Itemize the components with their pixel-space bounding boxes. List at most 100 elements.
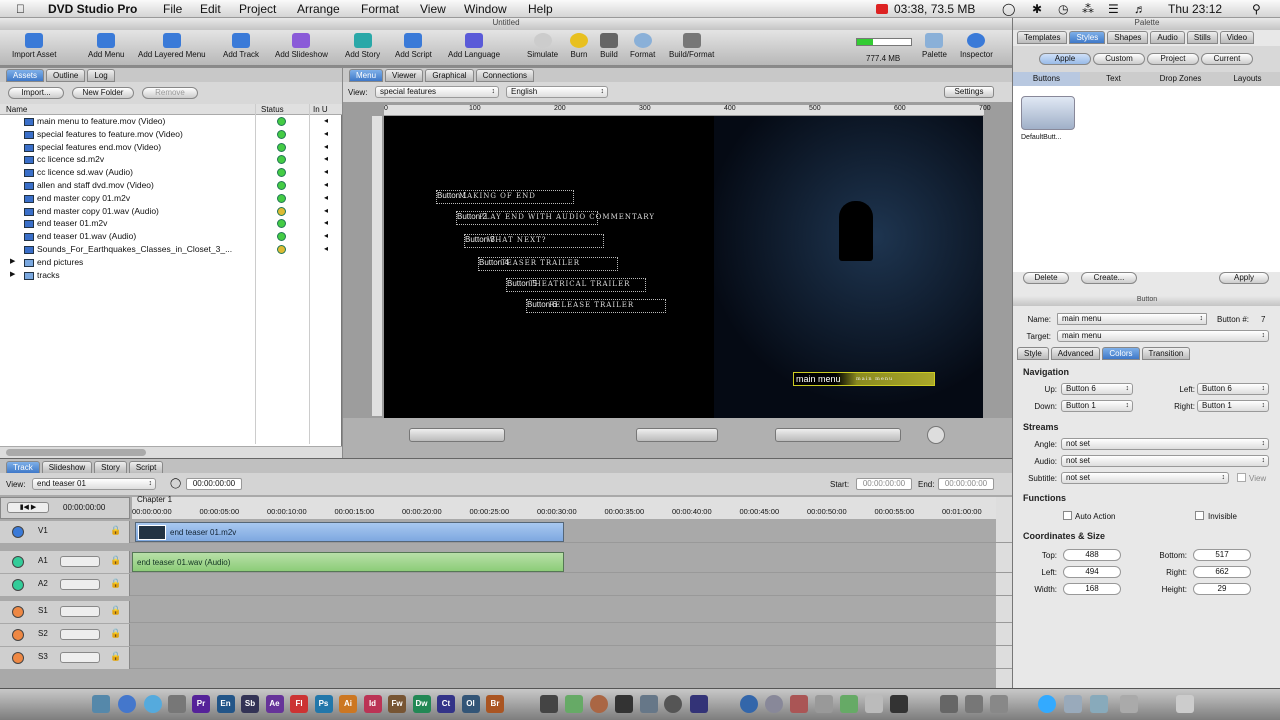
language-select[interactable]: English: [506, 86, 608, 98]
asset-row[interactable]: end teaser 01.wav (Audio) ◂: [0, 231, 330, 243]
tab-colors[interactable]: Colors: [1102, 347, 1140, 360]
film-icon[interactable]: [615, 695, 633, 713]
transport-buttons[interactable]: ▮◀ ▶: [7, 502, 49, 513]
view-checkbox[interactable]: [1237, 473, 1246, 482]
current-styles-button[interactable]: Current: [1201, 53, 1253, 65]
safari-icon[interactable]: [118, 695, 136, 713]
stream-select[interactable]: [60, 556, 100, 567]
stream-select[interactable]: [60, 629, 100, 640]
build-format-button[interactable]: Build/Format: [669, 33, 714, 59]
app-icon[interactable]: [168, 695, 186, 713]
track-enable-icon[interactable]: [12, 526, 24, 538]
stream-select[interactable]: [60, 606, 100, 617]
asset-row[interactable]: Sounds_For_Earthquakes_Classes_in_Closet…: [0, 244, 330, 256]
tab-outline[interactable]: Outline: [46, 69, 86, 82]
stream-select[interactable]: [60, 579, 100, 590]
browser-icon[interactable]: [144, 695, 162, 713]
subtitle-select[interactable]: not set: [1061, 472, 1229, 484]
dock-app-icon[interactable]: Fw: [388, 695, 406, 713]
pencil-icon[interactable]: [865, 695, 883, 713]
asset-row[interactable]: special features end.mov (Video) ◂: [0, 142, 330, 154]
tab-log[interactable]: Log: [87, 69, 115, 82]
menu-canvas[interactable]: Making of End Button 1 Play End with Audio…: [384, 116, 983, 418]
kind-layouts[interactable]: Layouts: [1214, 72, 1280, 86]
menu-help[interactable]: Help: [528, 2, 553, 16]
app-menu[interactable]: DVD Studio Pro: [48, 2, 137, 16]
menu-view-select[interactable]: special features: [375, 86, 499, 98]
tab-shapes[interactable]: Shapes: [1107, 31, 1149, 44]
add-slideshow-button[interactable]: Add Slideshow: [275, 33, 328, 59]
col-status[interactable]: Status: [261, 105, 284, 114]
dvd-icon[interactable]: [640, 695, 658, 713]
menu-window[interactable]: Window: [464, 2, 507, 16]
asset-row[interactable]: cc licence sd.m2v ◂: [0, 154, 330, 166]
tab-assets[interactable]: Assets: [6, 69, 45, 82]
documents-icon[interactable]: [1064, 695, 1082, 713]
apple-styles-button[interactable]: Apple: [1039, 53, 1091, 65]
tab-viewer[interactable]: Viewer: [385, 69, 424, 82]
asset-row[interactable]: main menu to feature.mov (Video) ◂: [0, 116, 330, 128]
overlay-buttons[interactable]: [636, 428, 718, 442]
up-select[interactable]: Button 6: [1061, 383, 1133, 395]
time-machine-icon[interactable]: ◷: [1058, 2, 1068, 16]
dock-app-icon[interactable]: Pr: [192, 695, 210, 713]
disclosure-icon[interactable]: ▶: [10, 257, 15, 265]
asset-row[interactable]: allen and staff dvd.mov (Video) ◂: [0, 180, 330, 192]
motion-icon[interactable]: [690, 695, 708, 713]
add-language-button[interactable]: Add Language: [448, 33, 500, 59]
app5-icon[interactable]: [840, 695, 858, 713]
dock-app-icon[interactable]: Ct: [437, 695, 455, 713]
dock-app-icon[interactable]: Br: [486, 695, 504, 713]
menu-button-4[interactable]: Teaser Trailer Button 4: [478, 257, 618, 271]
tab-connections[interactable]: Connections: [475, 69, 535, 82]
menu-arrange[interactable]: Arrange: [297, 2, 340, 16]
menu-file[interactable]: File: [163, 2, 182, 16]
chapter-marker[interactable]: Chapter 1: [137, 495, 172, 504]
track-row[interactable]: A2 🔒: [0, 574, 1012, 596]
invisible-checkbox[interactable]: [1195, 511, 1204, 520]
stack-icon[interactable]: [1120, 695, 1138, 713]
assets-scrollbar[interactable]: [0, 446, 342, 458]
lock-icon[interactable]: 🔒: [110, 628, 121, 639]
record-icon[interactable]: [876, 4, 888, 14]
track-enable-icon[interactable]: [12, 629, 24, 641]
track-enable-icon[interactable]: [12, 556, 24, 568]
finder-icon[interactable]: [92, 695, 110, 713]
lock-icon[interactable]: 🔒: [110, 578, 121, 589]
tab-style[interactable]: Style: [1017, 347, 1049, 360]
disc-icon[interactable]: [664, 695, 682, 713]
add-layered-menu-button[interactable]: Add Layered Menu: [138, 33, 206, 59]
default-button-style[interactable]: [1021, 96, 1075, 130]
apply-button[interactable]: Apply: [1219, 272, 1269, 284]
main-menu-button[interactable]: main menu main menu: [793, 372, 935, 386]
import-button[interactable]: Import...: [8, 87, 64, 99]
app2-icon[interactable]: [765, 695, 783, 713]
add-menu-button[interactable]: Add Menu: [88, 33, 124, 59]
menu-button-2[interactable]: Play End with Audio Commentary Button 2: [456, 211, 654, 225]
left-coord-field[interactable]: 494: [1063, 566, 1121, 578]
dock-app-icon[interactable]: Ps: [314, 695, 333, 713]
create-button[interactable]: Create...: [1081, 272, 1137, 284]
simulate-button[interactable]: Simulate: [527, 33, 558, 59]
settings-button[interactable]: Settings: [944, 86, 994, 98]
clapper-icon[interactable]: [540, 695, 558, 713]
menu-view[interactable]: View: [420, 2, 446, 16]
asset-row[interactable]: end master copy 01.m2v ◂: [0, 193, 330, 205]
lock-icon[interactable]: 🔒: [110, 651, 121, 662]
app8-icon[interactable]: [965, 695, 983, 713]
trash-icon[interactable]: [1176, 695, 1194, 713]
arrange-buttons[interactable]: [409, 428, 505, 442]
media-icon[interactable]: [590, 695, 608, 713]
project-styles-button[interactable]: Project: [1147, 53, 1199, 65]
dock-app-icon[interactable]: Ol: [461, 695, 480, 713]
remove-button[interactable]: Remove: [142, 87, 198, 99]
tab-templates[interactable]: Templates: [1017, 31, 1068, 44]
menu-format[interactable]: Format: [361, 2, 399, 16]
width-field[interactable]: 168: [1063, 583, 1121, 595]
display-buttons[interactable]: [775, 428, 901, 442]
angle-select[interactable]: not set: [1061, 438, 1269, 450]
tab-transition[interactable]: Transition: [1141, 347, 1191, 360]
audio-clip[interactable]: end teaser 01.wav (Audio): [132, 552, 564, 572]
dock-app-icon[interactable]: Ai: [339, 695, 357, 713]
asset-row[interactable]: special features to feature.mov (Video) ◂: [0, 129, 330, 141]
